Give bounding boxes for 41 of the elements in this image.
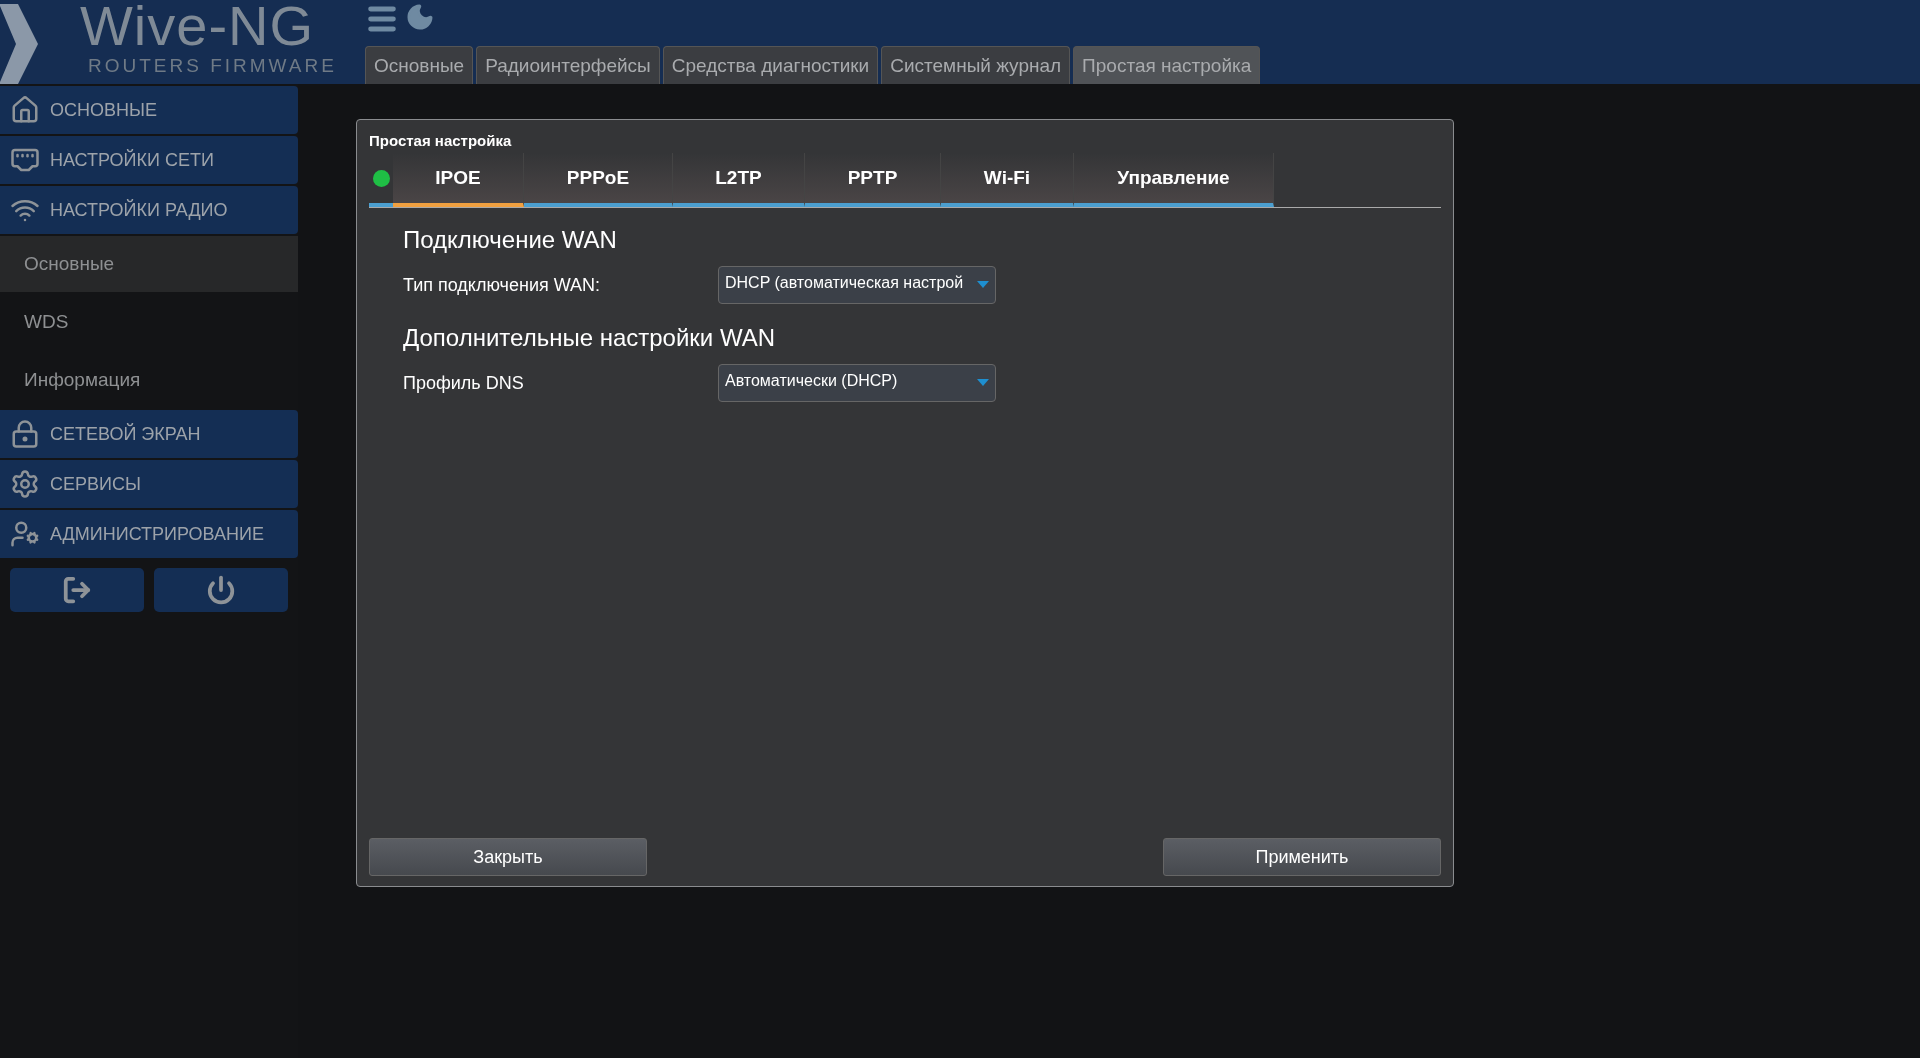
sidebar-item[interactable]: Основные	[0, 236, 298, 292]
dialog-tab[interactable]: PPPoE	[524, 153, 673, 207]
dialog-button[interactable]: Применить	[1163, 838, 1441, 876]
dialog-tab[interactable]: PPTP	[805, 153, 941, 207]
top-tab[interactable]: Основные	[365, 46, 474, 84]
logout-icon	[62, 575, 92, 605]
dialog-tab[interactable]: Управление	[1074, 153, 1274, 207]
top-tab[interactable]: Радиоинтерфейсы	[476, 46, 660, 84]
logo-subtitle: ROUTERS FIRMWARE	[88, 56, 337, 76]
sidebar-icon	[10, 519, 40, 549]
sidebar-group[interactable]: НАСТРОЙКИ РАДИО	[0, 186, 298, 234]
dialog-tab[interactable]: IPOE	[393, 153, 524, 207]
top-tab[interactable]: Средства диагностики	[662, 46, 879, 84]
select-field[interactable]: DHCP (автоматическая настрой	[718, 266, 996, 304]
logout-button[interactable]	[10, 568, 144, 612]
field-label: Профиль DNS	[403, 372, 525, 394]
field-label: Тип подключения WAN:	[403, 274, 601, 296]
power-button[interactable]	[154, 568, 288, 612]
moon-icon[interactable]	[405, 2, 435, 32]
select-field[interactable]: Автоматически (DHCP)	[718, 364, 996, 402]
section-heading: Дополнительные настройки WAN	[403, 324, 777, 352]
dialog-tab[interactable]: Wi-Fi	[941, 153, 1074, 207]
dialog-button[interactable]: Закрыть	[369, 838, 647, 876]
sidebar-group[interactable]: СЕТЕВОЙ ЭКРАН	[0, 410, 298, 458]
power-icon	[206, 575, 236, 605]
sidebar-icon	[10, 419, 40, 449]
top-tab[interactable]: Системный журнал	[881, 46, 1071, 84]
sidebar-icon	[10, 95, 40, 125]
sidebar-group[interactable]: АДМИНИСТРИРОВАНИЕ	[0, 510, 298, 558]
sidebar-group[interactable]: СЕРВИСЫ	[0, 460, 298, 508]
dialog-tab[interactable]: L2TP	[673, 153, 805, 207]
dialog-title: Простая настройка	[369, 132, 513, 149]
sidebar-group[interactable]: ОСНОВНЫЕ	[0, 86, 298, 134]
top-tab[interactable]: Простая настройка	[1073, 46, 1261, 84]
section-heading: Подключение WAN	[403, 226, 618, 254]
caret-icon	[977, 379, 989, 386]
logo-title: Wive-NG	[80, 0, 316, 56]
sidebar-icon	[10, 469, 40, 499]
logo-icon	[0, 4, 40, 84]
caret-icon	[977, 281, 989, 288]
sidebar-group[interactable]: НАСТРОЙКИ СЕТИ	[0, 136, 298, 184]
